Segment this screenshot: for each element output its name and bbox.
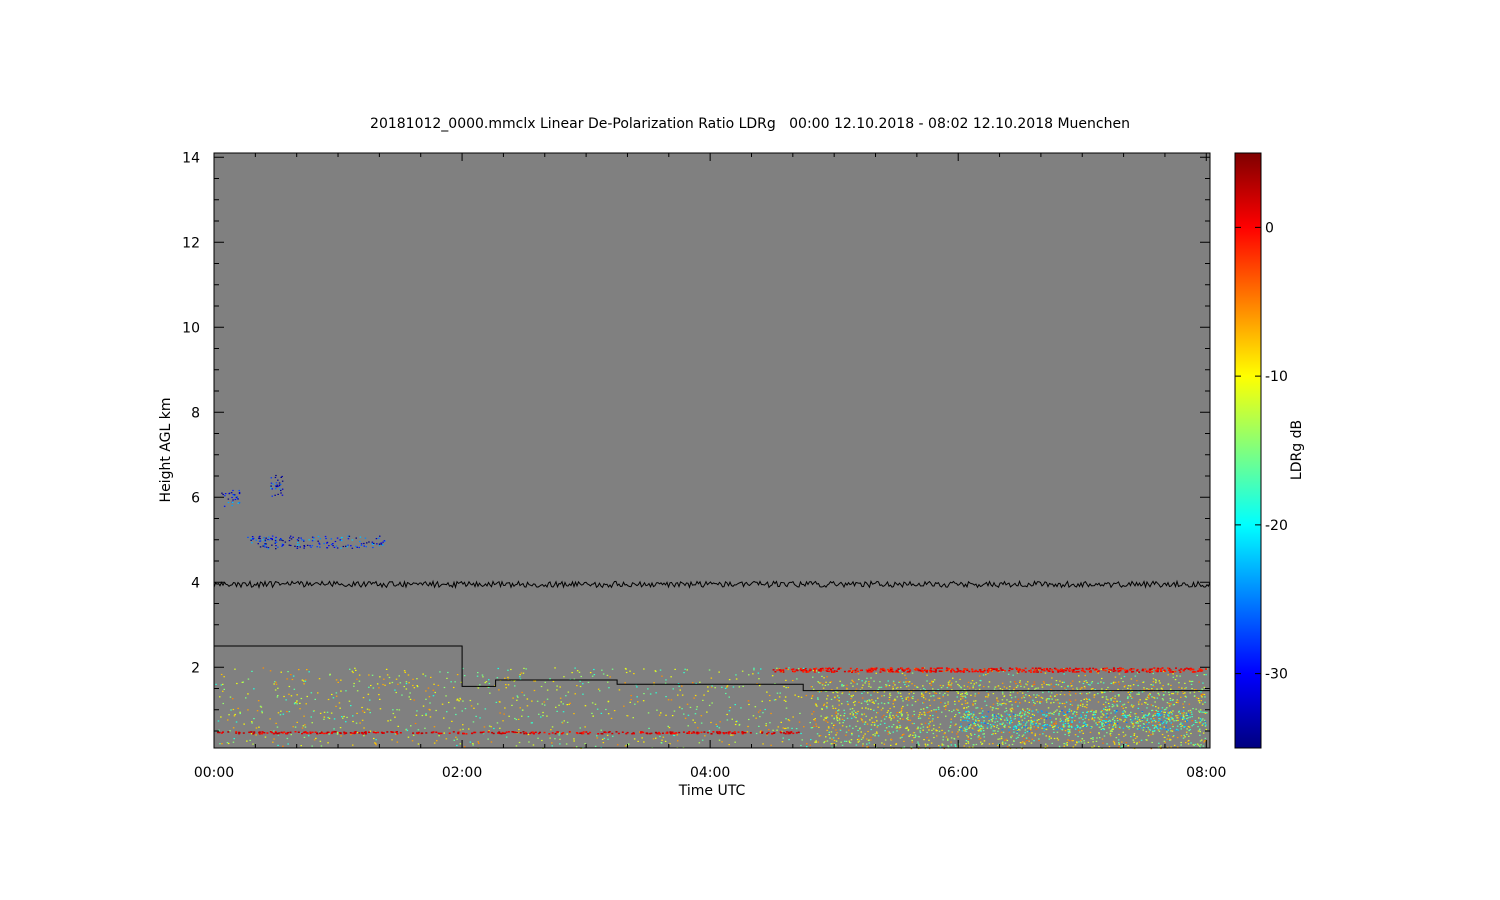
y-axis-label: Height AGL km (158, 398, 174, 503)
colorbar-tick-label: -30 (1265, 667, 1288, 683)
y-tick-label: 14 (182, 150, 200, 166)
y-tick-label: 6 (191, 490, 200, 506)
colorbar-tick-label: -20 (1265, 518, 1288, 534)
colorbar-label: LDRg dB (1289, 420, 1305, 480)
y-tick-label: 8 (191, 405, 200, 421)
y-tick-label: 12 (182, 235, 200, 251)
x-tick-label: 04:00 (690, 765, 730, 781)
colorbar (1235, 153, 1261, 748)
chart-svg: 00:00 02:00 04:00 06:00 08:00 2 4 6 8 10 12 14 Time… (158, 150, 1305, 799)
x-axis-label: Time UTC (678, 783, 746, 799)
y-tick-label: 10 (182, 320, 200, 336)
x-tick-label: 02:00 (442, 765, 482, 781)
colorbar-tick-label: 0 (1265, 220, 1274, 236)
y-tick-label: 2 (191, 660, 200, 676)
x-tick-label: 00:00 (194, 765, 234, 781)
plot-background (214, 153, 1210, 748)
y-tick-label: 4 (191, 575, 200, 591)
x-tick-label: 06:00 (938, 765, 978, 781)
x-tick-label: 08:00 (1186, 765, 1226, 781)
colorbar-tick-label: -10 (1265, 369, 1288, 385)
